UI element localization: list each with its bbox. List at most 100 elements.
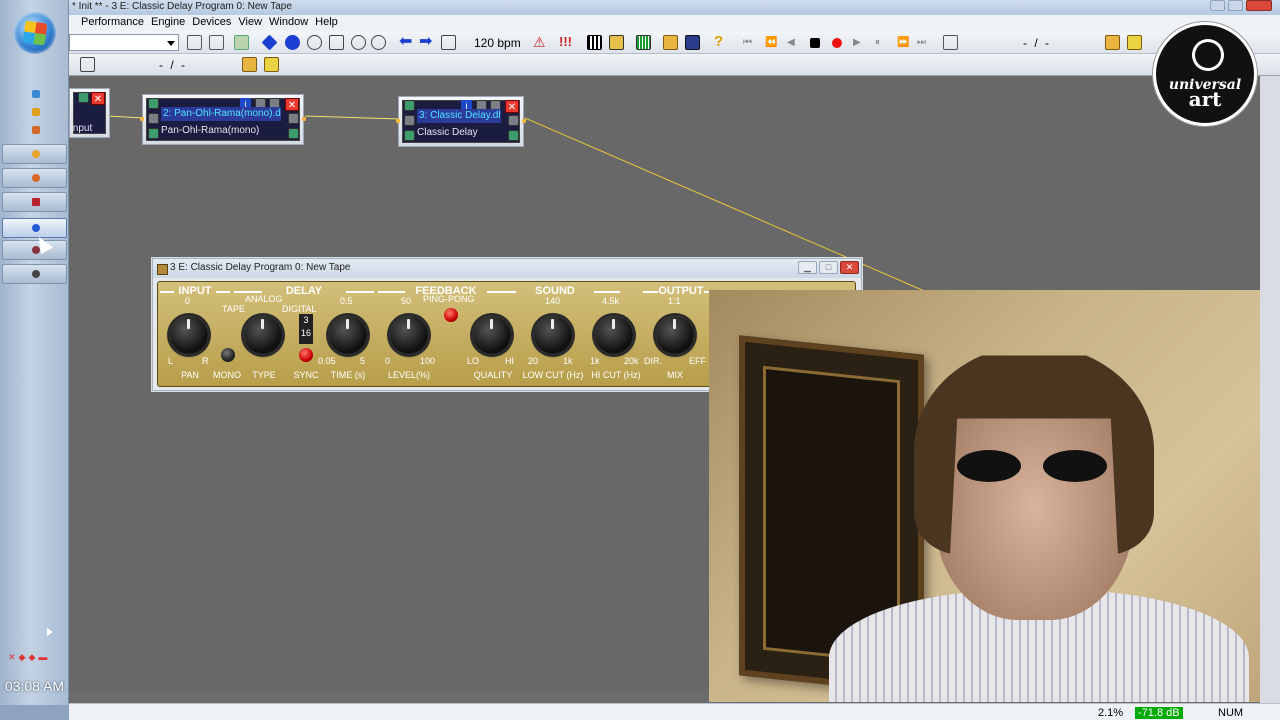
module-header: 2: Pan-Ohl-Rama(mono).dll — [161, 107, 281, 121]
tool-icon[interactable] — [187, 35, 202, 50]
mono-switch[interactable] — [221, 348, 235, 362]
arrow-right-icon[interactable]: ➡ — [419, 34, 434, 50]
loop-icon[interactable] — [943, 35, 958, 50]
pan-value: 0 — [185, 296, 191, 306]
menu-engine[interactable]: Engine — [151, 15, 192, 31]
tempo-display[interactable]: 120 bpm — [474, 36, 521, 50]
show-desktop-area[interactable] — [0, 705, 69, 720]
tool-icon[interactable] — [371, 35, 386, 50]
position-display: - / - — [1023, 36, 1051, 50]
fast-forward-icon[interactable]: ⏩ — [897, 35, 912, 50]
maximize-button[interactable]: □ — [819, 261, 838, 274]
tray-icons[interactable]: ✕◆◆▬ — [8, 652, 50, 663]
type-knob[interactable] — [244, 316, 282, 354]
app-icon[interactable] — [32, 126, 40, 134]
preset-combobox[interactable] — [69, 34, 179, 51]
taskbar-clock[interactable]: 03:08 AM — [0, 678, 69, 694]
mix-value: 1:1 — [668, 296, 681, 306]
menu-window[interactable]: Window — [269, 15, 315, 31]
lowcut-knob[interactable] — [534, 316, 572, 354]
forward-end-icon[interactable]: ⏭ — [917, 35, 932, 50]
window-edge — [1260, 76, 1280, 703]
tool-icon[interactable] — [209, 35, 224, 50]
minimize-button[interactable] — [1210, 0, 1225, 11]
stop-icon[interactable] — [810, 38, 820, 48]
panic-icon[interactable]: !!! — [559, 35, 574, 50]
open-folder-icon[interactable] — [663, 35, 678, 50]
step-back-icon[interactable]: ◀ — [787, 35, 802, 50]
taskbar-button[interactable] — [2, 264, 67, 284]
close-button[interactable] — [1246, 0, 1272, 11]
app-icon[interactable] — [32, 108, 40, 116]
hicut-knob[interactable] — [595, 316, 633, 354]
tool-icon[interactable] — [441, 35, 456, 50]
maximize-button[interactable] — [1228, 0, 1243, 11]
tool-icon[interactable] — [80, 57, 95, 72]
pause-icon[interactable]: ⏸ — [875, 35, 890, 50]
close-icon[interactable]: ✕ — [285, 98, 299, 111]
module-icon — [148, 128, 159, 139]
play-icon[interactable]: ▶ — [853, 35, 868, 50]
input-pin[interactable] — [396, 119, 400, 123]
sync-display: 3 16 — [299, 314, 313, 344]
start-button[interactable] — [14, 12, 56, 54]
record-icon[interactable] — [832, 38, 842, 48]
input-pin[interactable] — [140, 117, 144, 121]
tool-icon[interactable] — [264, 57, 279, 72]
close-button[interactable]: ✕ — [840, 261, 859, 274]
window-titlebar: * Init ** - 3 E: Classic Delay Program 0… — [69, 0, 1280, 15]
webcam-overlay — [709, 290, 1260, 702]
pan-knob[interactable] — [170, 316, 208, 354]
taskbar-button[interactable] — [2, 192, 67, 212]
open-folder-icon[interactable] — [242, 57, 257, 72]
feedback-level-knob[interactable] — [390, 316, 428, 354]
arrow-left-icon[interactable]: ⬅ — [399, 34, 414, 50]
time-knob[interactable] — [329, 316, 367, 354]
rewind-start-icon[interactable]: ⏮ — [743, 35, 758, 50]
mix-knob[interactable] — [656, 316, 694, 354]
diamond-icon[interactable] — [261, 34, 278, 51]
help-icon[interactable]: ? — [714, 34, 729, 50]
open-folder-icon[interactable] — [1105, 35, 1120, 50]
tool-icon[interactable] — [329, 35, 344, 50]
menu-help[interactable]: Help — [315, 15, 345, 31]
taskbar-button-active[interactable] — [2, 218, 67, 238]
quality-knob[interactable] — [473, 316, 511, 354]
metronome-icon[interactable]: ⚠ — [533, 35, 548, 50]
tool-icon[interactable] — [609, 35, 624, 50]
secondary-toolbar: - / - — [69, 54, 1280, 76]
tool-icon[interactable] — [1127, 35, 1142, 50]
close-icon[interactable]: ✕ — [505, 100, 519, 113]
pingpong-label: PING-PONG — [423, 294, 475, 304]
module-classic-delay[interactable]: i ✕ 3: Classic Delay.dll Classic Delay — [396, 96, 526, 147]
output-pin[interactable] — [522, 119, 526, 123]
module-header: 3: Classic Delay.dll — [417, 109, 501, 123]
keyboard-icon[interactable] — [587, 35, 602, 50]
close-icon[interactable]: ✕ — [91, 92, 105, 105]
app-icon[interactable] — [32, 90, 40, 98]
circle-icon[interactable] — [307, 35, 322, 50]
output-pin[interactable] — [302, 117, 306, 121]
pan-right-label: R — [202, 356, 209, 366]
rewind-icon[interactable]: ⏪ — [765, 35, 780, 50]
tool-icon[interactable] — [351, 35, 366, 50]
minimize-button[interactable]: ▁ — [798, 261, 817, 274]
pingpong-button[interactable] — [444, 308, 458, 322]
menu-devices[interactable]: Devices — [192, 15, 238, 31]
module-input[interactable]: ✕ Input — [69, 88, 110, 138]
module-pan[interactable]: i ✕ 2: Pan-Ohl-Rama(mono).dll Pan-Ohl-Ra… — [140, 94, 306, 145]
hicut-min-label: 1k — [590, 356, 600, 366]
sync-numerator: 3 — [303, 315, 309, 325]
meter-icon[interactable] — [636, 35, 651, 50]
tool-icon[interactable] — [234, 35, 249, 50]
taskbar-button[interactable] — [2, 168, 67, 188]
show-hidden-icons-icon[interactable] — [47, 628, 53, 636]
info-icon[interactable] — [285, 35, 300, 50]
menu-performance[interactable]: Performance — [81, 15, 151, 31]
desktop: { "taskbar": { "clock": "03:08 AM" }, "a… — [0, 0, 1280, 720]
save-icon[interactable] — [685, 35, 700, 50]
plugin-window-title[interactable]: 3 E: Classic Delay Program 0: New Tape — [153, 259, 861, 278]
sync-button[interactable] — [299, 348, 313, 362]
taskbar-button[interactable] — [2, 144, 67, 164]
menu-view[interactable]: View — [238, 15, 269, 31]
